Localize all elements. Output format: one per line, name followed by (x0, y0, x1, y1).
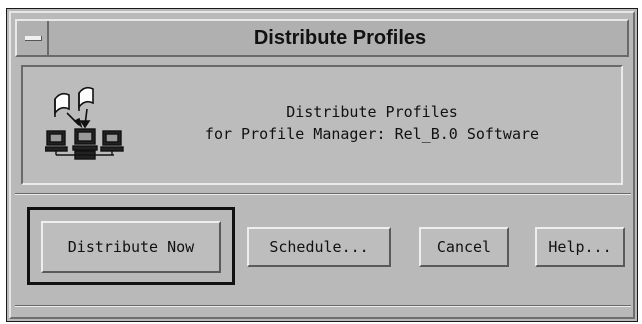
info-text: Distribute Profiles for Profile Manager:… (133, 101, 611, 145)
schedule-button[interactable]: Schedule... (247, 227, 391, 267)
cancel-button[interactable]: Cancel (419, 227, 509, 267)
profile-distribution-network-icon (45, 86, 124, 160)
separator (15, 193, 631, 195)
info-panel: Distribute Profiles for Profile Manager:… (21, 65, 623, 185)
window-title: Distribute Profiles (253, 27, 427, 49)
info-line-title: Distribute Profiles (286, 103, 458, 121)
window-menu-icon (25, 36, 42, 41)
title-bar[interactable]: Distribute Profiles (15, 19, 629, 57)
bottom-separator (15, 305, 631, 307)
window-menu-button[interactable] (17, 21, 49, 55)
info-line-profile-manager: for Profile Manager: Rel_B.0 Software (204, 125, 540, 143)
distribute-profiles-dialog: Distribute Profiles Distribute Profiles … (6, 8, 638, 322)
help-button[interactable]: Help... (535, 227, 625, 267)
distribute-now-button[interactable]: Distribute Now (41, 221, 221, 273)
